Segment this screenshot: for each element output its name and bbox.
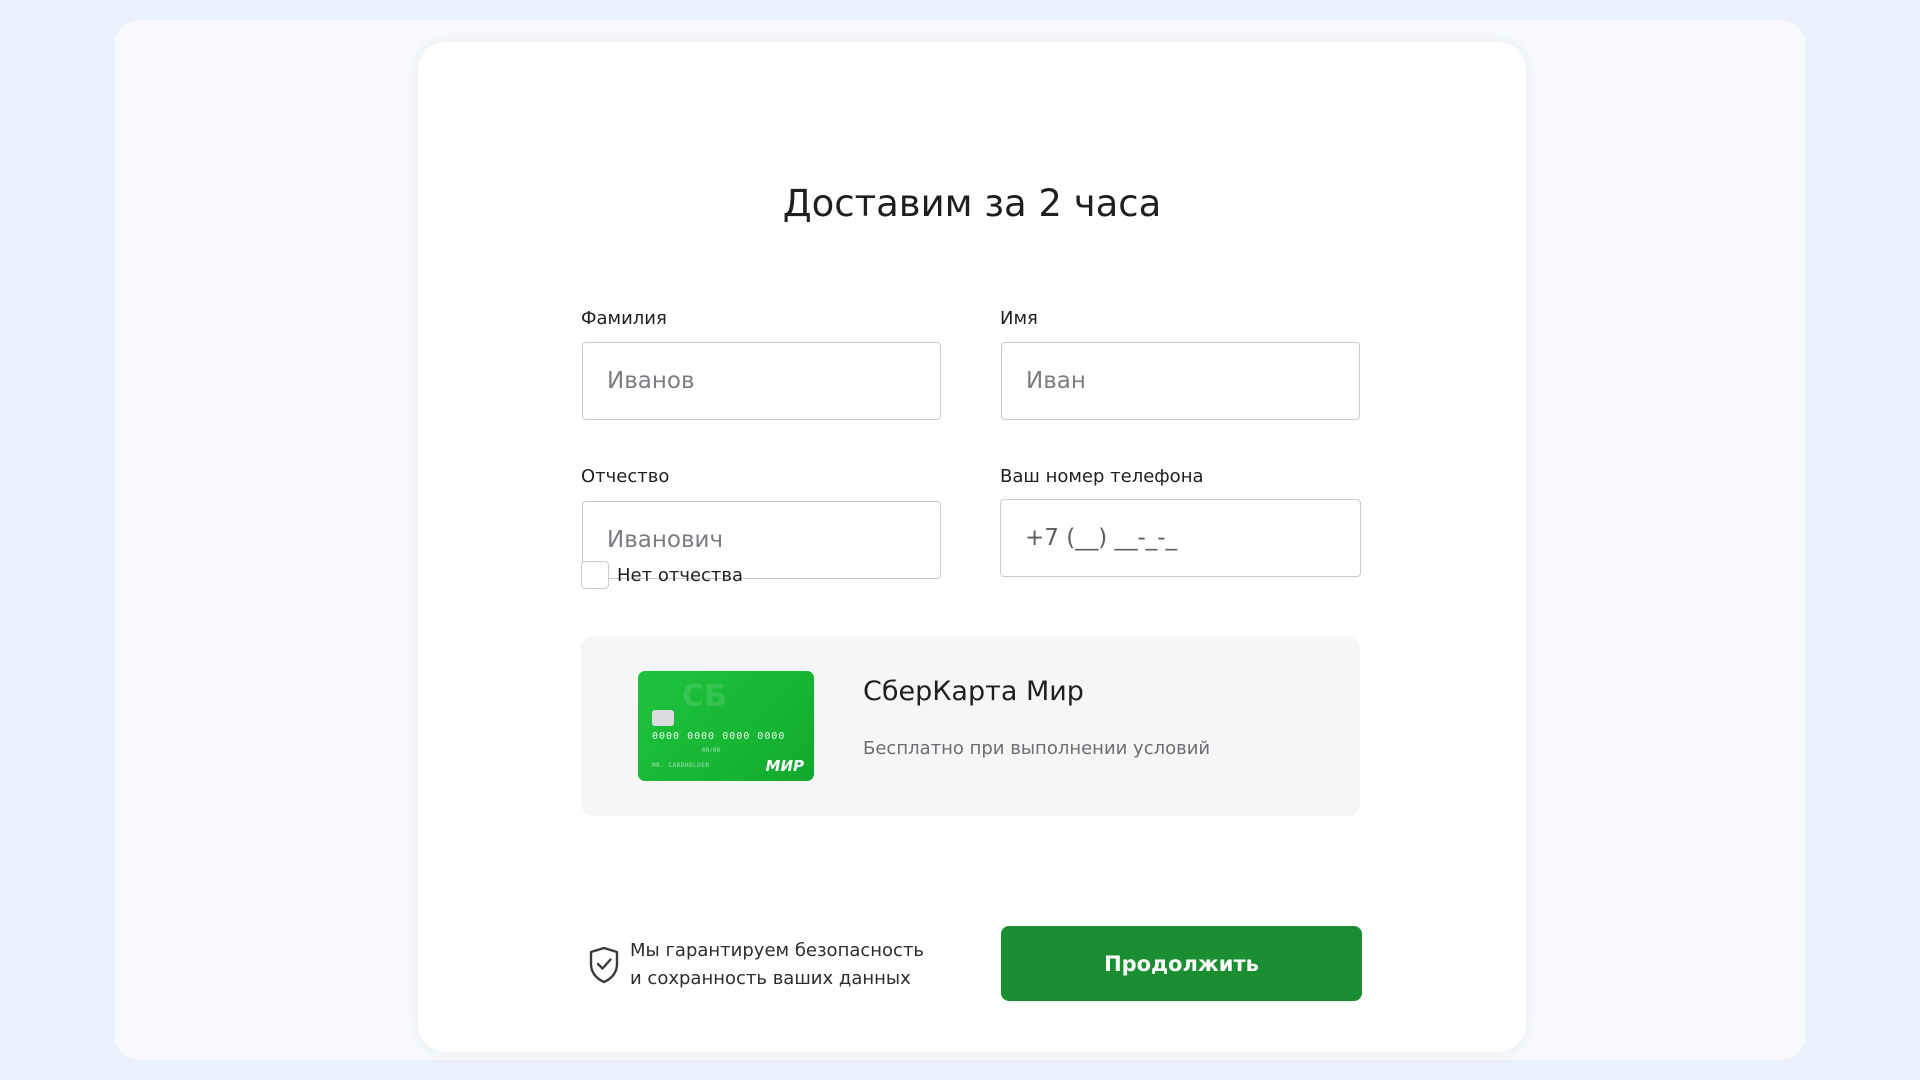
security-text-line-2: и сохранность ваших данных <box>630 968 911 989</box>
phone-label: Ваш номер телефона <box>1000 466 1204 487</box>
no-middle-name-label[interactable]: Нет отчества <box>617 565 743 586</box>
promo-subtitle: Бесплатно при выполнении условий <box>863 738 1211 759</box>
card-holder: MR. CARDHOLDER <box>652 762 710 769</box>
mir-logo: МИР <box>765 757 804 775</box>
phone-input[interactable] <box>1000 499 1361 577</box>
continue-button[interactable]: Продолжить <box>1001 926 1362 1001</box>
security-note: Мы гарантируем безопасность и сохранност… <box>588 937 924 993</box>
no-middle-name-checkbox[interactable] <box>581 561 609 589</box>
first-name-label: Имя <box>1000 308 1038 329</box>
card-logo-mark: СБ <box>682 679 727 714</box>
promo-title: СберКарта Мир <box>863 676 1084 707</box>
last-name-input[interactable] <box>582 342 941 420</box>
shield-check-icon <box>589 946 619 984</box>
first-name-input[interactable] <box>1001 342 1360 420</box>
card-expiry: 00/00 <box>702 747 721 754</box>
card-number: 0000 0000 0000 0000 <box>652 731 786 742</box>
last-name-label: Фамилия <box>581 308 667 329</box>
page-title: Доставим за 2 часа <box>782 182 1162 225</box>
form-card: Доставим за 2 часа Фамилия Имя Отчество … <box>418 42 1526 1052</box>
card-promo-block: СБ 0000 0000 0000 0000 00/00 MR. CARDHOL… <box>581 636 1360 816</box>
security-text-line-1: Мы гарантируем безопасность <box>630 940 925 961</box>
security-text: Мы гарантируем безопасность и сохранност… <box>630 937 924 993</box>
middle-name-label: Отчество <box>581 466 670 487</box>
card-chip-icon <box>652 710 674 726</box>
no-middle-name-row[interactable]: Нет отчества <box>581 561 743 589</box>
bank-card-image: СБ 0000 0000 0000 0000 00/00 MR. CARDHOL… <box>638 671 814 781</box>
